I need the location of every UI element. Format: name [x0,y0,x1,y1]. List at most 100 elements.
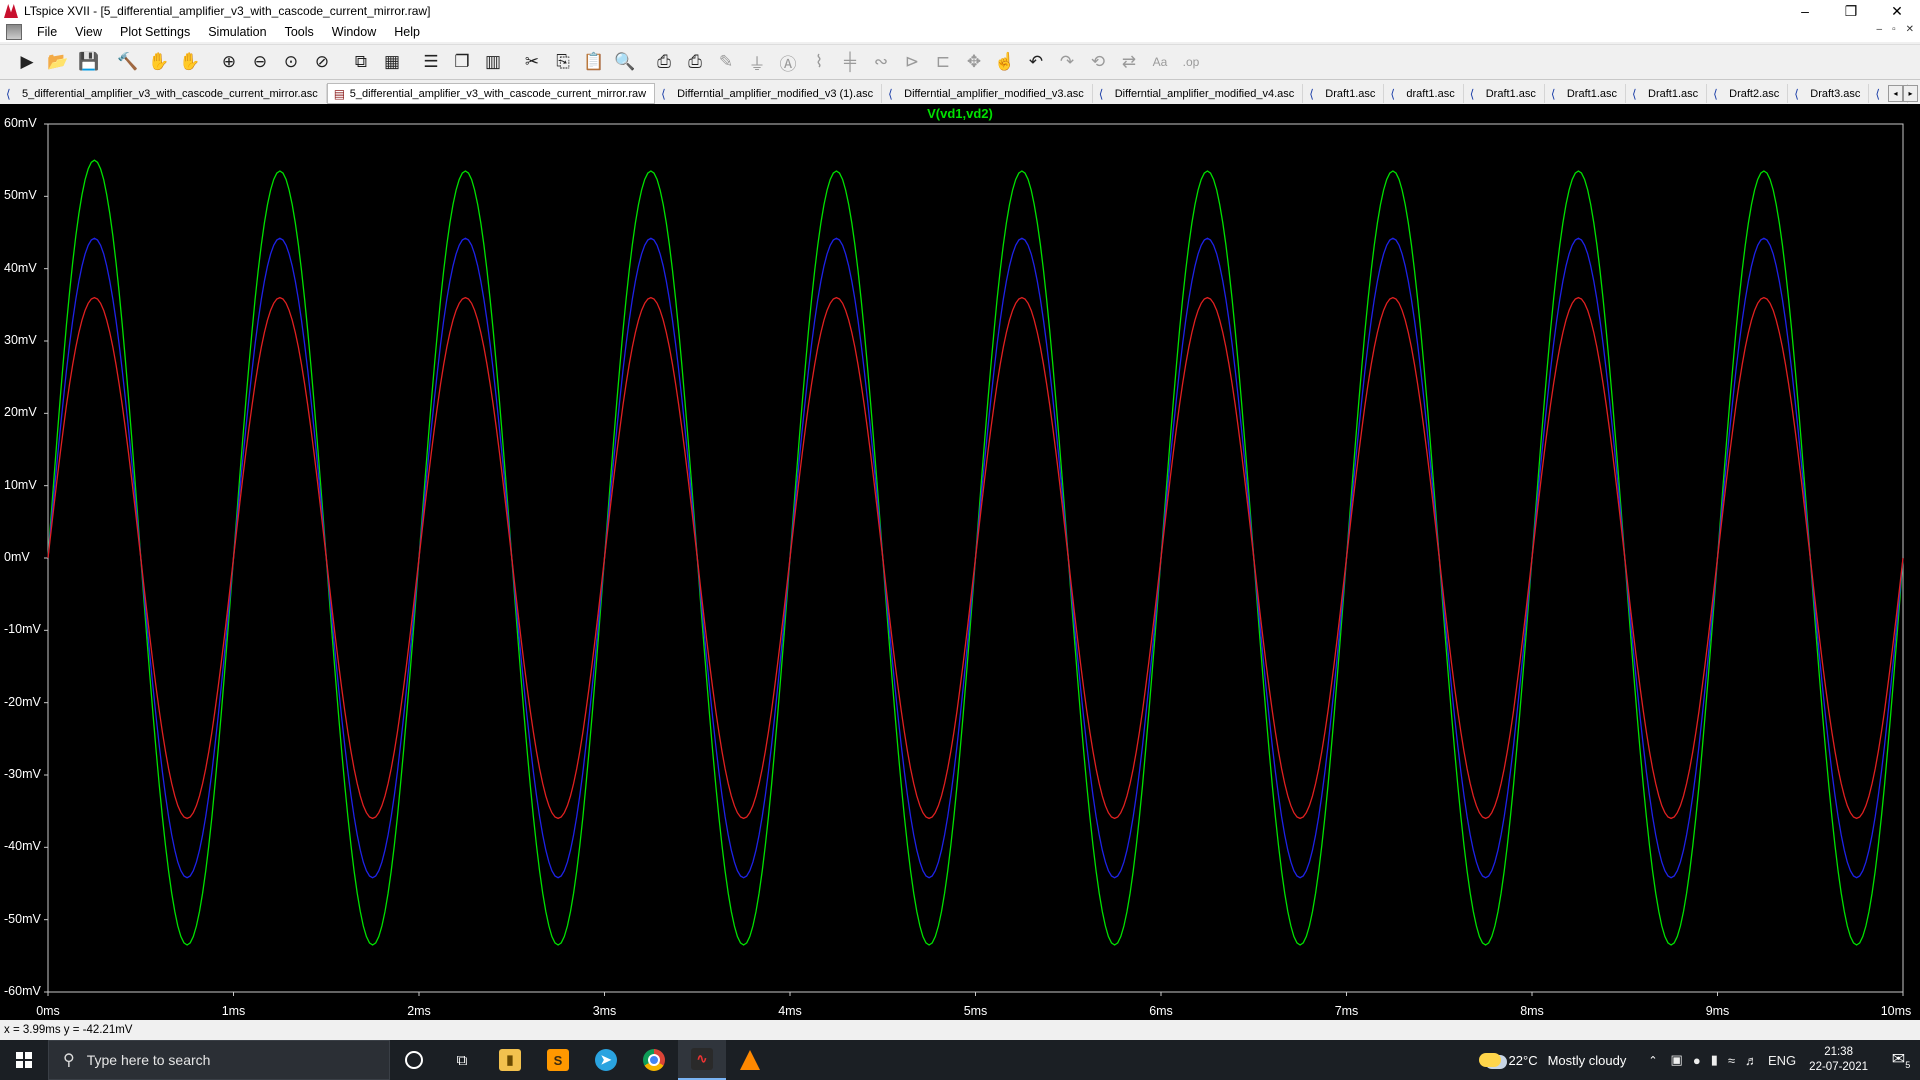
file-explorer-icon[interactable]: ▮ [486,1040,534,1080]
language-indicator[interactable]: ENG [1768,1053,1796,1068]
y-tick-label: -40mV [4,839,41,854]
minimize-button[interactable]: – [1782,0,1828,22]
cursor-readout: x = 3.99ms y = -42.21mV [0,1020,1920,1040]
menu-file[interactable]: File [28,25,66,39]
tab-10[interactable]: ⟨ Draft2.asc [1707,84,1789,103]
telegram-icon[interactable]: ➤ [582,1040,630,1080]
find-icon[interactable]: 🔍 [612,49,638,75]
tab-9[interactable]: ⟨ Draft1.asc [1626,84,1708,103]
tab-0[interactable]: ⟨ 5_differential_amplifier_v3_with_cascod… [0,84,327,103]
print-icon[interactable]: ⎙ [651,49,677,75]
resistor-icon[interactable]: ⌇ [806,49,832,75]
restore-button[interactable]: ❐ [1828,0,1874,22]
zoom-in-icon[interactable]: ⊕ [216,49,242,75]
undo-icon[interactable]: ↶ [1023,49,1049,75]
mdi-restore-button[interactable]: ▫ [1892,24,1896,35]
tile-horizontal-icon[interactable]: ☰ [418,49,444,75]
open-icon[interactable]: 📂 [45,49,71,75]
component-icon[interactable]: ⊏ [930,49,956,75]
notification-center-icon[interactable]: ✉5 [1882,1049,1920,1070]
cascade-icon[interactable]: ❐ [449,49,475,75]
move-icon[interactable]: ✥ [961,49,987,75]
rotate-icon[interactable]: ⟲ [1085,49,1111,75]
waveform-svg[interactable] [0,104,1920,1020]
control-panel-icon[interactable]: 🔨 [115,49,141,75]
redo-icon[interactable]: ↷ [1054,49,1080,75]
tile-vertical-icon[interactable]: ▥ [480,49,506,75]
inductor-icon[interactable]: ∾ [868,49,894,75]
tab-label: Draft1.asc [1325,87,1376,100]
system-tray: 22°C Mostly cloudy ⌃ ▣ ● ▮ ≈ ♬ ENG 21:38… [1478,1040,1920,1080]
x-tick-label: 8ms [1520,1004,1544,1018]
spice-directive-icon[interactable]: .op [1178,49,1204,75]
ltspice-app-icon[interactable] [4,4,18,18]
chrome-icon[interactable] [630,1040,678,1080]
vlc-icon[interactable] [726,1040,774,1080]
weather-widget[interactable]: 22°C Mostly cloudy [1478,1053,1626,1068]
meet-now-icon[interactable]: ▣ [1671,1052,1683,1068]
tab-label: Draft1.asc [1648,87,1699,100]
tab-5[interactable]: ⟨ Draft1.asc [1303,84,1385,103]
mdi-minimize-button[interactable]: – [1877,24,1883,35]
paste-icon[interactable]: 📋 [581,49,607,75]
autorange-icon[interactable]: ⧉ [348,49,374,75]
tab-8[interactable]: ⟨ Draft1.asc [1545,84,1626,103]
menu-simulation[interactable]: Simulation [199,25,275,39]
task-view-icon[interactable]: ⧉ [438,1040,486,1080]
mirror-icon[interactable]: ⇄ [1116,49,1142,75]
print-preview-icon[interactable]: ⎙ [682,49,708,75]
zoom-out-icon[interactable]: ⊖ [247,49,273,75]
document-system-menu-icon[interactable] [6,24,22,40]
run-icon[interactable]: ▶ [14,49,40,75]
menu-plot-settings[interactable]: Plot Settings [111,25,199,39]
ground-icon[interactable]: ⏚ [744,49,770,75]
tab-scroll-right-button[interactable]: ▸ [1903,85,1918,102]
menu-help[interactable]: Help [385,25,429,39]
label-net-icon[interactable]: Ⓐ [775,49,801,75]
diode-icon[interactable]: ⊳ [899,49,925,75]
halt-icon[interactable]: ✋ [146,49,172,75]
tab-3[interactable]: ⟨ Differntial_amplifier_modified_v3.asc [882,84,1093,103]
close-button[interactable]: ✕ [1874,0,1920,22]
trace-series-2[interactable] [47,296,1904,820]
tab-7[interactable]: ⟨ Draft1.asc [1464,84,1545,103]
cortana-icon[interactable] [390,1040,438,1080]
schematic-file-icon: ⟨ [1794,86,1799,101]
draw-wire-icon[interactable]: ✎ [713,49,739,75]
text-icon[interactable]: Aa [1147,49,1173,75]
capacitor-icon[interactable]: ╪ [837,49,863,75]
microphone-icon[interactable]: ● [1693,1053,1701,1068]
tab-scroll-left-button[interactable]: ◂ [1888,85,1903,102]
network-icon[interactable]: ≈ [1728,1053,1735,1068]
zoom-cancel-icon[interactable]: ⊘ [309,49,335,75]
sublime-text-icon[interactable]: S [534,1040,582,1080]
grid-icon[interactable]: ▦ [379,49,405,75]
menu-window[interactable]: Window [323,25,385,39]
y-tick-label: 60mV [4,116,37,130]
battery-icon[interactable]: ▮ [1711,1052,1718,1068]
tab-11[interactable]: ⟨ Draft3.asc [1788,84,1870,103]
ltspice-icon[interactable]: ∿ [678,1040,726,1080]
drag-icon[interactable]: ☝ [992,49,1018,75]
waveform-plot[interactable] [0,104,1920,1020]
pan-hand-icon[interactable]: ✋ [177,49,203,75]
start-button[interactable] [0,1040,48,1080]
menu-tools[interactable]: Tools [276,25,323,39]
save-icon[interactable]: 💾 [76,49,102,75]
mdi-close-button[interactable]: ✕ [1906,24,1914,35]
trace-name-label[interactable]: V(vd1,vd2) [0,106,1920,121]
tab-1[interactable]: ▤ 5_differential_amplifier_v3_with_cascod… [326,83,656,104]
document-tabs: ⟨ 5_differential_amplifier_v3_with_cascod… [0,83,1920,104]
tab-2[interactable]: ⟨ Differntial_amplifier_modified_v3 (1).a… [655,84,883,103]
zoom-fit-icon[interactable]: ⊙ [278,49,304,75]
cut-icon[interactable]: ✂ [519,49,545,75]
menu-view[interactable]: View [66,25,111,39]
x-tick-label: 2ms [407,1004,431,1018]
chevron-up-icon[interactable]: ⌃ [1648,1054,1657,1067]
tab-6[interactable]: ⟨ draft1.asc [1384,84,1464,103]
taskbar-search-box[interactable]: ⚲ Type here to search [48,1040,390,1080]
clock[interactable]: 21:38 22-07-2021 [1809,1045,1868,1075]
tab-4[interactable]: ⟨ Differntial_amplifier_modified_v4.asc [1093,84,1304,103]
copy-icon[interactable]: ⎘ [550,49,576,75]
speaker-icon[interactable]: ♬ [1745,1053,1758,1068]
